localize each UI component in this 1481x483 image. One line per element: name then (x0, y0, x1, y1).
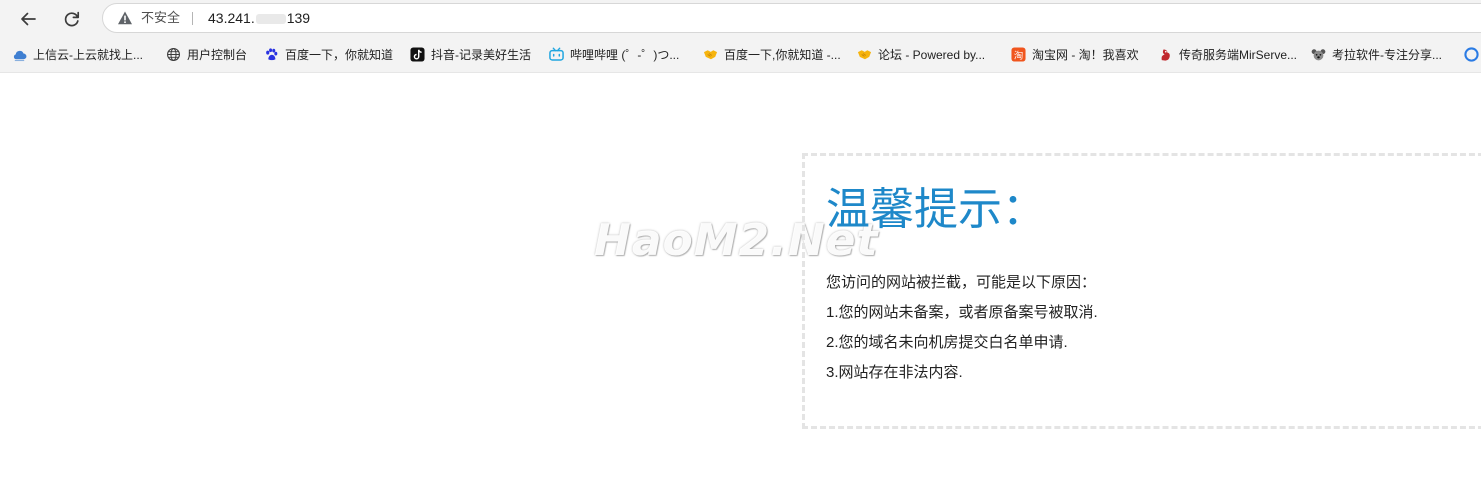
reload-button[interactable] (57, 5, 87, 33)
blue-circle-icon (1464, 46, 1479, 62)
address-bar-divider (192, 12, 193, 25)
bookmark-label: 用户控制台 (187, 47, 248, 62)
notice-box: 温馨提示： 您访问的网站被拦截，可能是以下原因： 1.您的网站未备案，或者原备案… (802, 153, 1481, 429)
url-text[interactable]: 43.241. 139 (208, 9, 310, 27)
bookmark-item[interactable]: 上信云-上云就找上... (12, 44, 143, 64)
tiktok-icon (410, 46, 425, 62)
address-bar[interactable]: 不安全 43.241. 139 (102, 3, 1481, 33)
bookmark-label: 传奇服务端MirServe... (1179, 47, 1298, 62)
handshake-icon (857, 47, 872, 62)
bookmark-item[interactable]: 淘 淘宝网 - 淘！我喜欢 (1011, 44, 1139, 64)
bookmark-item[interactable]: 百度一下,你就知道 -... (703, 44, 841, 64)
handshake-icon (703, 47, 718, 62)
bookmark-label: 淘宝网 - 淘！我喜欢 (1032, 47, 1139, 62)
cloud-icon (12, 47, 27, 62)
notice-reason-item: 2.您的域名未向机房提交白名单申请. (826, 334, 1068, 351)
bookmark-item[interactable]: 传奇服务端MirServe... (1158, 44, 1297, 64)
taobao-icon-glyph: 淘 (1014, 49, 1023, 61)
bookmark-item[interactable]: 论坛 - Powered by... (857, 44, 985, 64)
bookmark-label: 百度一下，你就知道 (285, 47, 394, 62)
bookmark-overflow-item[interactable] (1464, 44, 1481, 64)
bookmark-label: 哔哩哔哩 (゜-゜)つ... (570, 47, 680, 62)
koala-icon (1311, 47, 1326, 62)
bookmarks-bar: 上信云-上云就找上... 用户控制台 百度一下，你就知道 抖音-记录美好生活 哔… (0, 40, 1481, 68)
bookmark-item[interactable]: 考拉软件-专注分享... (1311, 44, 1442, 64)
notice-reason-intro: 您访问的网站被拦截，可能是以下原因： (826, 274, 1097, 291)
bookmark-label: 论坛 - Powered by... (878, 47, 986, 62)
globe-icon (166, 47, 181, 62)
taobao-icon: 淘 (1011, 46, 1026, 62)
bookmark-item[interactable]: 哔哩哔哩 (゜-゜)つ... (549, 44, 679, 64)
bilibili-tv-icon (549, 47, 564, 62)
bookmark-item[interactable]: 抖音-记录美好生活 (410, 44, 531, 64)
bookmark-label: 抖音-记录美好生活 (431, 47, 531, 62)
page-content: HaoM2.Net 温馨提示： 您访问的网站被拦截，可能是以下原因： 1.您的网… (0, 72, 1481, 483)
bookmark-label: 考拉软件-专注分享... (1332, 47, 1442, 62)
url-prefix: 43.241. (208, 10, 255, 26)
url-suffix: 139 (286, 10, 311, 26)
reload-icon (64, 11, 80, 27)
notice-reason-item: 1.您的网站未备案，或者原备案号被取消. (826, 304, 1098, 321)
browser-toolbar: 不安全 43.241. 139 (0, 0, 1481, 38)
browser-chrome: 不安全 43.241. 139 上信云-上云就找上... 用户控制台 百度一下，你… (0, 0, 1481, 72)
notice-reason-item: 3.网站存在非法内容. (826, 364, 963, 381)
not-secure-label[interactable]: 不安全 (141, 10, 180, 26)
bookmark-item[interactable]: 百度一下，你就知道 (264, 44, 393, 64)
bookmark-label: 百度一下,你就知道 -... (724, 47, 841, 62)
back-button[interactable] (13, 5, 43, 33)
arrow-left-icon (21, 12, 36, 26)
warning-triangle-icon[interactable] (117, 10, 133, 26)
notice-title: 温馨提示： (826, 184, 1046, 235)
baidu-paw-icon (264, 47, 279, 62)
dragon-icon (1158, 47, 1173, 62)
url-redacted-segment (255, 14, 286, 25)
bookmark-item[interactable]: 用户控制台 (166, 44, 247, 64)
bookmark-label: 上信云-上云就找上... (33, 47, 143, 62)
